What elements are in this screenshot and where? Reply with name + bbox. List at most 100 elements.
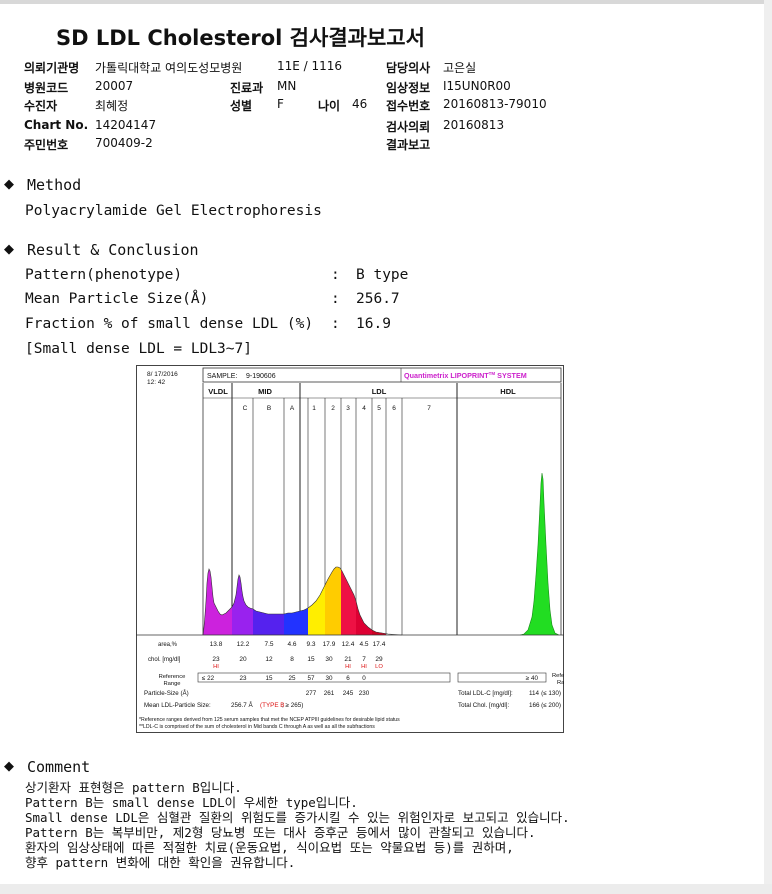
chol-value: 8 xyxy=(290,656,294,663)
scrollbar-track[interactable] xyxy=(764,0,772,894)
group-label: VLDL xyxy=(208,387,228,396)
dept-value: MN xyxy=(277,79,297,93)
area-value: 12.2 xyxy=(237,641,250,648)
area-value: 4.6 xyxy=(287,641,296,648)
flag-label: LO xyxy=(375,664,383,670)
ref-value: 25 xyxy=(288,675,296,682)
receipt-value: 20160813-79010 xyxy=(443,97,547,111)
group-label: MID xyxy=(258,387,272,396)
physician-label: 담당의사 xyxy=(386,61,431,75)
total-chol-ref: (≤ 200) xyxy=(541,702,561,709)
chol-value: 23 xyxy=(212,656,220,663)
total-chol-value: 166 xyxy=(529,702,540,709)
request-label: 검사의뢰 xyxy=(386,120,431,134)
particle-value: 230 xyxy=(359,690,370,697)
result-value: 256.7 xyxy=(356,291,400,307)
result-label: Fraction % of small dense LDL (%) xyxy=(25,316,314,332)
band-label: A xyxy=(290,405,295,412)
request-value: 20160813 xyxy=(443,118,505,132)
id-value: 700409-2 xyxy=(95,136,153,150)
chart-no-label: Chart No. xyxy=(24,118,89,132)
particle-label: Particle-Size (Å) xyxy=(144,690,189,697)
particle-value: 245 xyxy=(343,690,354,697)
footnote: *Reference ranges derived from 125 serum… xyxy=(139,717,400,723)
flag-label: HI xyxy=(345,664,351,670)
ref-value: 15 xyxy=(265,675,273,682)
id-label: 주민번호 xyxy=(24,138,69,152)
subject-value: 최혜정 xyxy=(95,99,129,113)
result-heading: Result & Conclusion xyxy=(27,241,199,259)
sex-label: 성별 xyxy=(230,99,253,113)
method-heading: Method xyxy=(27,176,82,194)
diamond-bullet-icon: ◆ xyxy=(4,242,14,257)
chol-row-label: chol. [mg/dl] xyxy=(148,657,181,663)
total-ldl-value: 114 xyxy=(529,690,540,697)
bottom-border xyxy=(0,884,772,894)
clinical-label: 임상정보 xyxy=(386,81,431,95)
result-value: 16.9 xyxy=(356,316,391,332)
group-label: LDL xyxy=(372,387,387,396)
area-value: 12.4 xyxy=(342,641,355,648)
chol-value: 15 xyxy=(307,656,315,663)
result-label: Pattern(phenotype) xyxy=(25,267,183,283)
clinical-value: I15UN0R00 xyxy=(443,79,511,93)
dept-label: 진료과 xyxy=(230,81,264,95)
comment-line: 환자의 임상상태에 따른 적절한 치료(운동요법, 식이요법 또는 약물요법 등… xyxy=(25,840,514,855)
area-value: 9.3 xyxy=(306,641,315,648)
ref-label: Range xyxy=(163,681,180,687)
area-value: 17.9 xyxy=(323,641,336,648)
electrophoresis-chart: 8/ 17/201612: 42 SAMPLE: 9-190606 Quantimet… xyxy=(136,365,564,733)
particle-value: 277 xyxy=(306,690,317,697)
result-sep: : xyxy=(331,291,340,307)
comment-line: Pattern B는 복부비만, 제2형 당뇨병 또는 대사 증후군 등에서 많… xyxy=(25,825,536,840)
sample-value: 9-190606 xyxy=(246,373,276,380)
subject-label: 수진자 xyxy=(24,99,58,113)
ref-value: 57 xyxy=(307,675,315,682)
group-label: HDL xyxy=(500,387,516,396)
band-label: 2 xyxy=(331,405,335,412)
institution-label: 의뢰기관명 xyxy=(24,61,80,75)
top-border xyxy=(0,0,772,4)
ref-label-right: Range xyxy=(557,680,564,686)
band-label: 1 xyxy=(312,405,316,412)
ref-value: ≥ 40 xyxy=(526,675,539,682)
total-ldl-label: Total LDL-C [mg/dl]: xyxy=(458,690,513,697)
area-value: 7.5 xyxy=(264,641,273,648)
diamond-bullet-icon: ◆ xyxy=(4,177,14,192)
ref-value: 23 xyxy=(239,675,247,682)
comment-line: 향후 pattern 변화에 대한 확인을 권유합니다. xyxy=(25,855,296,870)
diamond-bullet-icon: ◆ xyxy=(4,759,14,774)
ref-value: 0 xyxy=(362,675,366,682)
total-ldl-ref: (≤ 130) xyxy=(541,690,561,697)
band-label: C xyxy=(243,405,248,412)
area-value: 17.4 xyxy=(373,641,386,648)
area-value: 13.8 xyxy=(210,641,223,648)
band-fill-area xyxy=(284,611,300,635)
comment-line: Pattern B는 small dense LDL이 우세한 type입니다. xyxy=(25,795,358,810)
area-row-label: area,% xyxy=(158,642,178,648)
chol-value: 7 xyxy=(362,656,366,663)
chol-value: 30 xyxy=(325,656,333,663)
sex-value: F xyxy=(277,97,284,111)
chart-date: 8/ 17/2016 xyxy=(147,371,178,378)
chol-value: 12 xyxy=(265,656,273,663)
comment-heading: Comment xyxy=(27,758,91,776)
band-label: 3 xyxy=(346,405,350,412)
band-fill-area xyxy=(300,608,308,635)
report-label: 결과보고 xyxy=(386,138,431,152)
physician-value: 고은실 xyxy=(443,61,477,75)
band-label: 4 xyxy=(362,405,366,412)
chol-value: 21 xyxy=(344,656,352,663)
institution-value: 가톨릭대학교 여의도성모병원 xyxy=(95,61,243,75)
chart-time: 12: 42 xyxy=(147,379,165,386)
particle-value: 261 xyxy=(324,690,335,697)
result-label: Mean Particle Size(Å) xyxy=(25,291,209,307)
ward-value: 11E / 1116 xyxy=(277,59,343,73)
band-label: 5 xyxy=(377,405,381,412)
band-label: 7 xyxy=(427,405,431,412)
mean-size-value: 256.7 Å xyxy=(231,700,254,709)
mean-size-tail: ; ≥ 265) xyxy=(282,702,303,709)
chart-no-value: 14204147 xyxy=(95,118,157,132)
mean-size-type: (TYPE B xyxy=(260,702,285,709)
age-value: 46 xyxy=(352,97,368,111)
